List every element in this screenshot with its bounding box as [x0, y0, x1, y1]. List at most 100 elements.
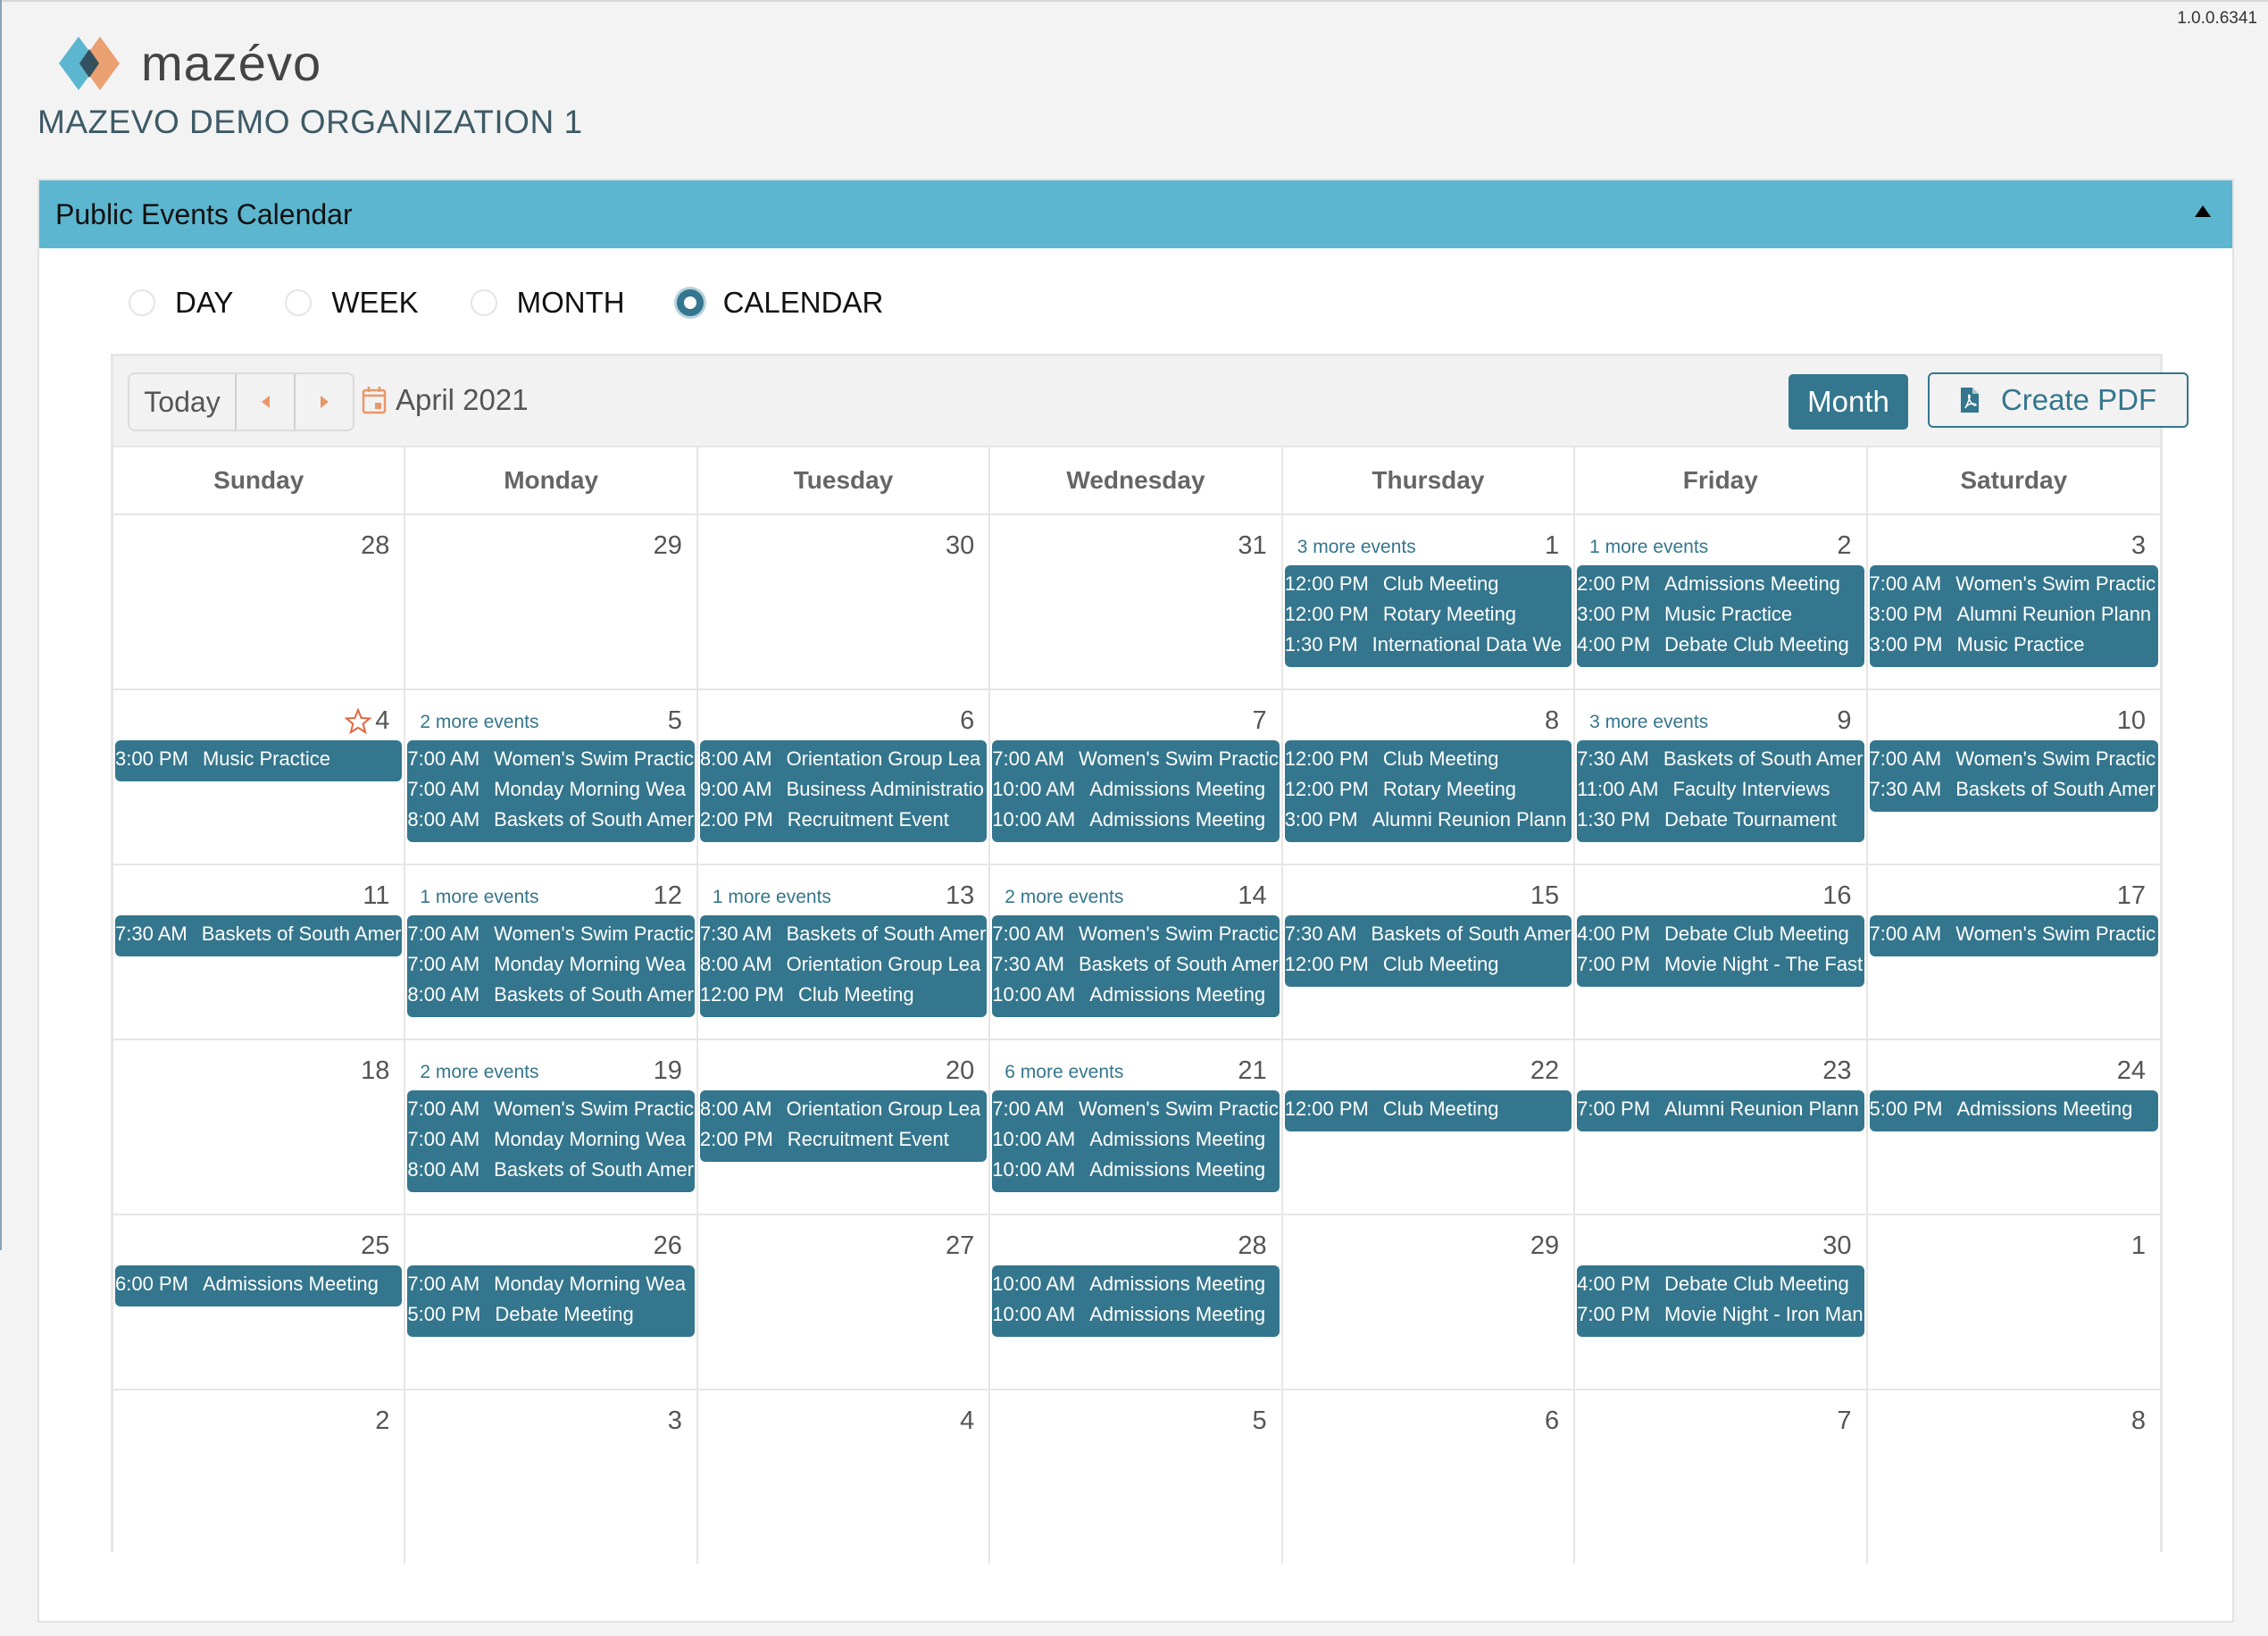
event-item[interactable]: 10:00 AM Admissions Meeting: [992, 1155, 1279, 1185]
day-cell[interactable]: 28 10:00 AM Admissions Meeting 10:00 AM Admi…: [990, 1215, 1283, 1389]
day-cell[interactable]: 3: [405, 1390, 698, 1564]
day-number[interactable]: 2: [1837, 531, 1851, 561]
day-cell[interactable]: 29: [405, 515, 698, 689]
day-cell[interactable]: 2 more events 14 7:00 AM Women's Swim Pract…: [990, 865, 1283, 1039]
day-cell[interactable]: 26 7:00 AM Monday Morning Wea 5:00 PM Debate…: [405, 1215, 698, 1389]
day-cell[interactable]: 1: [1867, 1215, 2160, 1389]
event-item[interactable]: 3:00 PM Music Practice: [1870, 630, 2158, 660]
day-cell[interactable]: 6: [1282, 1390, 1576, 1564]
day-number[interactable]: 3: [668, 1406, 682, 1436]
day-number[interactable]: 25: [361, 1231, 389, 1261]
event-item[interactable]: 8:00 AM Orientation Group Lea: [700, 949, 987, 980]
day-cell[interactable]: 2 more events 5 7:00 AM Women's Swim Practi…: [405, 690, 698, 864]
event-item[interactable]: 1:30 PM International Data We: [1285, 630, 1572, 660]
event-item[interactable]: 7:00 AM Women's Swim Practic: [407, 1094, 694, 1124]
day-cell[interactable]: 30: [697, 515, 991, 689]
day-number[interactable]: 6: [960, 706, 974, 736]
day-number[interactable]: 26: [654, 1231, 682, 1261]
event-item[interactable]: 7:30 AM Baskets of South Amer: [700, 919, 987, 949]
event-item[interactable]: 7:30 AM Baskets of South Amer: [992, 949, 1279, 980]
event-item[interactable]: 8:00 AM Baskets of South Amer: [407, 1155, 694, 1185]
day-number[interactable]: 21: [1238, 1056, 1266, 1086]
event-item[interactable]: 8:00 AM Baskets of South Amer: [407, 805, 694, 835]
day-cell[interactable]: 2: [113, 1390, 406, 1564]
event-item[interactable]: 12:00 PM Rotary Meeting: [1285, 599, 1572, 630]
event-item[interactable]: 7:00 AM Monday Morning Wea: [407, 774, 694, 805]
day-cell[interactable]: 18: [113, 1040, 406, 1214]
event-item[interactable]: 7:00 PM Movie Night - The Fast: [1577, 949, 1864, 980]
radio-button[interactable]: [470, 289, 497, 316]
event-item[interactable]: 10:00 AM Admissions Meeting: [992, 980, 1279, 1010]
day-cell[interactable]: 30 4:00 PM Debate Club Meeting 7:00 PM Movie…: [1575, 1215, 1868, 1389]
event-item[interactable]: 10:00 AM Admissions Meeting: [992, 774, 1279, 805]
event-item[interactable]: 7:30 AM Baskets of South Amer: [115, 919, 402, 949]
radio-month[interactable]: MONTH: [470, 286, 625, 320]
more-events-link[interactable]: 2 more events: [420, 712, 538, 733]
event-item[interactable]: 7:00 PM Alumni Reunion Plann: [1577, 1094, 1864, 1124]
day-number[interactable]: 22: [1530, 1056, 1559, 1086]
day-number[interactable]: 12: [654, 881, 682, 911]
day-cell[interactable]: 4 3:00 PM Music Practice: [113, 690, 406, 864]
day-cell[interactable]: 4: [697, 1390, 991, 1564]
day-cell[interactable]: 28: [113, 515, 406, 689]
day-cell[interactable]: 5: [990, 1390, 1283, 1564]
event-item[interactable]: 7:30 AM Baskets of South Amer: [1577, 744, 1864, 774]
event-item[interactable]: 10:00 AM Admissions Meeting: [992, 805, 1279, 835]
more-events-link[interactable]: 1 more events: [420, 887, 538, 908]
day-cell[interactable]: 7 7:00 AM Women's Swim Practic 10:00 AM Admi…: [990, 690, 1283, 864]
day-number[interactable]: 1: [2131, 1231, 2146, 1261]
event-item[interactable]: 8:00 AM Orientation Group Lea: [700, 744, 987, 774]
day-cell[interactable]: 31: [990, 515, 1283, 689]
day-cell[interactable]: 29: [1282, 1215, 1576, 1389]
day-number[interactable]: 1: [1545, 531, 1559, 561]
day-number[interactable]: 20: [946, 1056, 974, 1086]
event-item[interactable]: 12:00 PM Club Meeting: [1285, 744, 1572, 774]
day-cell[interactable]: 8: [1867, 1390, 2160, 1564]
event-item[interactable]: 2:00 PM Admissions Meeting: [1577, 569, 1864, 599]
day-number[interactable]: 11: [363, 881, 389, 911]
event-item[interactable]: 4:00 PM Debate Club Meeting: [1577, 919, 1864, 949]
event-item[interactable]: 8:00 AM Baskets of South Amer: [407, 980, 694, 1010]
event-item[interactable]: 7:00 AM Women's Swim Practic: [992, 919, 1279, 949]
more-events-link[interactable]: 1 more events: [713, 887, 831, 908]
day-cell[interactable]: 6 8:00 AM Orientation Group Lea 9:00 AM Busi…: [697, 690, 991, 864]
collapse-triangle-up-icon[interactable]: [2195, 205, 2211, 217]
event-item[interactable]: 7:00 AM Women's Swim Practic: [992, 1094, 1279, 1124]
day-cell[interactable]: 1 more events 12 7:00 AM Women's Swim Pract…: [405, 865, 698, 1039]
day-number[interactable]: 16: [1822, 881, 1851, 911]
event-item[interactable]: 7:00 AM Women's Swim Practic: [1870, 744, 2158, 774]
event-item[interactable]: 3:00 PM Music Practice: [115, 744, 402, 774]
day-cell[interactable]: 3 7:00 AM Women's Swim Practic 3:00 PM Alumn…: [1867, 515, 2160, 689]
event-item[interactable]: 7:30 AM Baskets of South Amer: [1870, 774, 2158, 805]
day-number[interactable]: 7: [1837, 1406, 1851, 1436]
event-item[interactable]: 7:00 AM Monday Morning Wea: [407, 1269, 694, 1299]
day-number[interactable]: 2: [375, 1406, 389, 1436]
day-number[interactable]: 7: [1253, 706, 1267, 736]
previous-month-button[interactable]: [237, 374, 296, 430]
day-number[interactable]: 29: [1530, 1231, 1559, 1261]
event-item[interactable]: 7:30 AM Baskets of South Amer: [1285, 919, 1572, 949]
event-item[interactable]: 7:00 AM Women's Swim Practic: [1870, 569, 2158, 599]
event-item[interactable]: 7:00 AM Women's Swim Practic: [1870, 919, 2158, 949]
event-item[interactable]: 5:00 PM Admissions Meeting: [1870, 1094, 2158, 1124]
day-number[interactable]: 13: [946, 881, 974, 911]
today-button[interactable]: Today: [129, 374, 237, 430]
more-events-link[interactable]: 3 more events: [1589, 712, 1708, 733]
event-item[interactable]: 9:00 AM Business Administratio: [700, 774, 987, 805]
event-item[interactable]: 3:00 PM Alumni Reunion Plann: [1285, 805, 1572, 835]
event-item[interactable]: 1:30 PM Debate Tournament: [1577, 805, 1864, 835]
event-item[interactable]: 6:00 PM Admissions Meeting: [115, 1269, 402, 1299]
day-cell[interactable]: 3 more events 1 12:00 PM Club Meeting 12:00 …: [1282, 515, 1576, 689]
day-number[interactable]: 19: [654, 1056, 682, 1086]
day-cell[interactable]: 24 5:00 PM Admissions Meeting: [1867, 1040, 2160, 1214]
event-item[interactable]: 2:00 PM Recruitment Event: [700, 805, 987, 835]
month-view-button[interactable]: Month: [1789, 374, 1908, 430]
day-cell[interactable]: 1 more events 13 7:30 AM Baskets of South A…: [697, 865, 991, 1039]
event-item[interactable]: 4:00 PM Debate Club Meeting: [1577, 630, 1864, 660]
day-cell[interactable]: 27: [697, 1215, 991, 1389]
day-cell[interactable]: 22 12:00 PM Club Meeting: [1282, 1040, 1576, 1214]
day-number[interactable]: 24: [2117, 1056, 2146, 1086]
event-item[interactable]: 3:00 PM Music Practice: [1577, 599, 1864, 630]
event-item[interactable]: 12:00 PM Club Meeting: [1285, 569, 1572, 599]
radio-button[interactable]: [129, 289, 155, 316]
